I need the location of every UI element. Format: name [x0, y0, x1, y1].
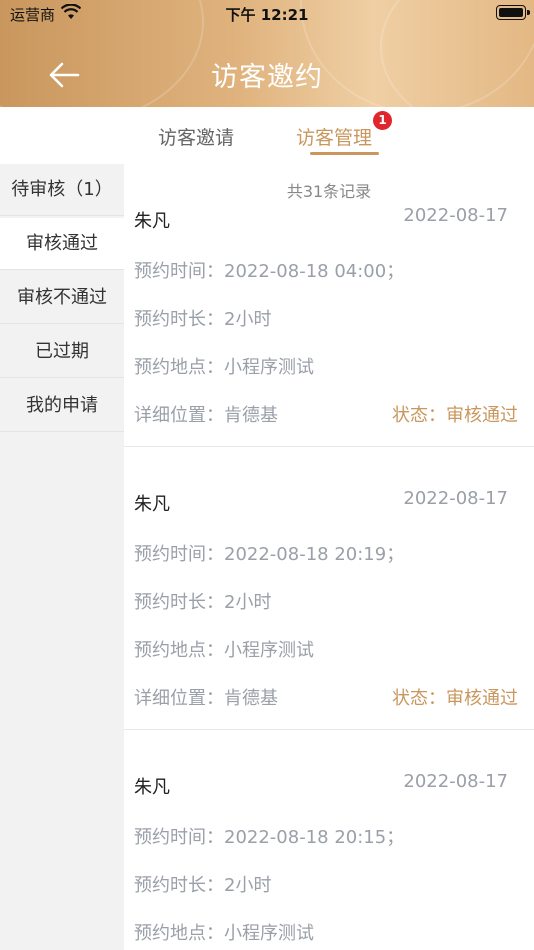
- appointment-place-row: 预约地点：小程序测试: [134, 353, 314, 379]
- status-badge: 状态：审核通过: [392, 401, 518, 427]
- appointment-time-label: 预约时间：: [134, 261, 224, 282]
- detail-location-value: 肯德基: [224, 405, 278, 426]
- appointment-duration-value: 2小时: [224, 592, 272, 613]
- record-date: 2022-08-17: [403, 771, 508, 792]
- notification-badge: 1: [373, 111, 392, 130]
- tab-bar: 访客邀请 访客管理: [0, 107, 534, 164]
- visitor-name: 朱凡: [134, 211, 170, 232]
- appointment-time-row: 预约时间：2022-08-18 20:15；: [134, 823, 404, 849]
- appointment-time-value: 2022-08-18 20:15；: [224, 827, 405, 848]
- detail-location-row: 详细位置：肯德基: [134, 401, 278, 427]
- status-value: 审核通过: [446, 405, 518, 426]
- appointment-duration-label: 预约时长：: [134, 309, 224, 330]
- record-date: 2022-08-17: [403, 488, 508, 509]
- tab-visitor-manage[interactable]: 访客管理: [296, 123, 372, 150]
- clock: 下午 12:21: [225, 6, 309, 24]
- detail-location-value: 肯德基: [224, 688, 278, 709]
- record-date: 2022-08-17: [403, 205, 508, 226]
- appointment-duration-value: 2小时: [224, 309, 272, 330]
- appointment-time-row: 预约时间：2022-08-18 20:19；: [134, 540, 404, 566]
- appointment-time-row: 预约时间：2022-08-18 04:00；: [134, 257, 404, 283]
- page-title: 访客邀约: [211, 62, 323, 93]
- appointment-duration-value: 2小时: [224, 875, 272, 896]
- list-item[interactable]: 朱凡 2022-08-17 预约时间：2022-08-18 20:19； 预约时…: [124, 447, 534, 730]
- status-bar: 运营商 下午 12:21: [0, 0, 534, 28]
- sidebar-item-approved[interactable]: 审核通过: [0, 218, 124, 270]
- status-badge: 状态：审核通过: [392, 684, 518, 710]
- appointment-place-label: 预约地点：: [134, 923, 224, 944]
- tab-visitor-invite[interactable]: 访客邀请: [158, 123, 234, 150]
- appointment-duration-row: 预约时长：2小时: [134, 871, 271, 897]
- status-filter-sidebar: 待审核（1） 审核通过 审核不通过 已过期 我的申请: [0, 164, 124, 950]
- appointment-duration-row: 预约时长：2小时: [134, 588, 271, 614]
- status-label: 状态：: [392, 688, 446, 709]
- sidebar-item-pending[interactable]: 待审核（1）: [0, 164, 124, 216]
- appointment-place-value: 小程序测试: [224, 923, 314, 944]
- appointment-place-value: 小程序测试: [224, 357, 314, 378]
- status-label: 状态：: [392, 405, 446, 426]
- visitor-name: 朱凡: [134, 494, 170, 515]
- status-value: 审核通过: [446, 688, 518, 709]
- list-item[interactable]: 朱凡 2022-08-17 预约时间：2022-08-18 20:15； 预约时…: [124, 730, 534, 950]
- appointment-duration-label: 预约时长：: [134, 875, 224, 896]
- detail-location-row: 详细位置：肯德基: [134, 684, 278, 710]
- sidebar-item-my-applications[interactable]: 我的申请: [0, 380, 124, 432]
- appointment-place-row: 预约地点：小程序测试: [134, 636, 314, 662]
- appointment-place-label: 预约地点：: [134, 640, 224, 661]
- visitor-name: 朱凡: [134, 777, 170, 798]
- appointment-time-label: 预约时间：: [134, 544, 224, 565]
- sidebar-item-rejected[interactable]: 审核不通过: [0, 272, 124, 324]
- appointment-place-value: 小程序测试: [224, 640, 314, 661]
- appointment-duration-label: 预约时长：: [134, 592, 224, 613]
- battery-icon: [496, 5, 530, 20]
- header-bar: 运营商 下午 12:21 访客邀约: [0, 0, 534, 107]
- appointment-time-label: 预约时间：: [134, 827, 224, 848]
- appointment-time-value: 2022-08-18 04:00；: [224, 261, 405, 282]
- appointment-place-row: 预约地点：小程序测试: [134, 919, 314, 945]
- detail-location-label: 详细位置：: [134, 405, 224, 426]
- appointment-place-label: 预约地点：: [134, 357, 224, 378]
- appointment-time-value: 2022-08-18 20:19；: [224, 544, 405, 565]
- active-tab-indicator: [310, 152, 379, 155]
- visitor-record-list: 共31条记录 朱凡 2022-08-17 预约时间：2022-08-18 04:…: [124, 164, 534, 950]
- sidebar-item-expired[interactable]: 已过期: [0, 326, 124, 378]
- list-item[interactable]: 朱凡 2022-08-17 预约时间：2022-08-18 04:00； 预约时…: [124, 164, 534, 447]
- detail-location-label: 详细位置：: [134, 688, 224, 709]
- appointment-duration-row: 预约时长：2小时: [134, 305, 271, 331]
